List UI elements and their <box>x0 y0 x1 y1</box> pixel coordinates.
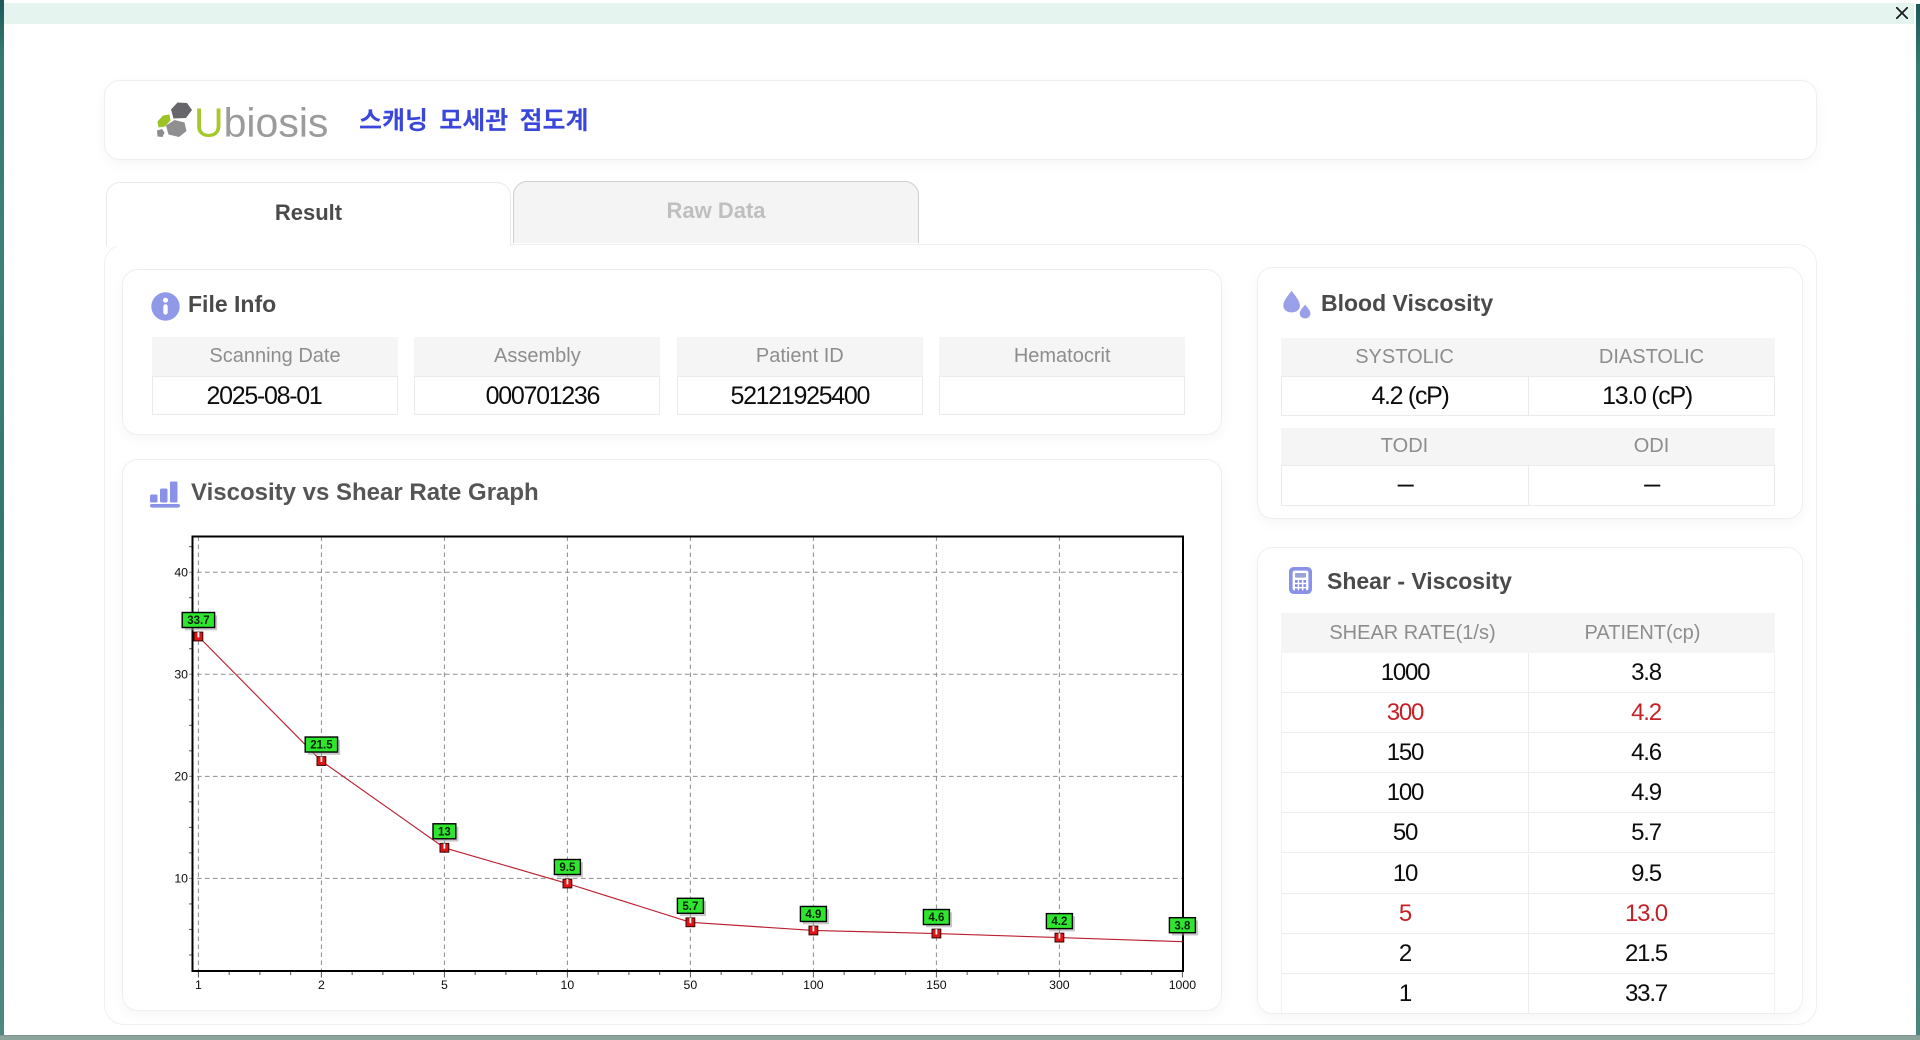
svg-text:100: 100 <box>803 978 824 992</box>
svg-text:50: 50 <box>684 978 698 992</box>
svg-text:33.7: 33.7 <box>187 615 209 627</box>
svg-text:21.5: 21.5 <box>310 740 333 752</box>
svg-text:13: 13 <box>438 826 451 838</box>
svg-text:3.8: 3.8 <box>1174 920 1191 932</box>
svg-text:9.5: 9.5 <box>559 862 576 874</box>
svg-text:5.7: 5.7 <box>682 901 698 913</box>
svg-text:4.9: 4.9 <box>805 909 821 921</box>
svg-text:150: 150 <box>926 978 947 992</box>
svg-text:2: 2 <box>318 978 325 992</box>
svg-text:10: 10 <box>174 872 188 886</box>
svg-text:10: 10 <box>561 978 575 992</box>
svg-text:30: 30 <box>174 668 188 682</box>
svg-text:4.2: 4.2 <box>1051 916 1067 928</box>
svg-text:300: 300 <box>1049 978 1070 992</box>
svg-text:Ubiosis: Ubiosis <box>194 100 328 145</box>
svg-text:4.6: 4.6 <box>928 912 944 924</box>
svg-text:40: 40 <box>174 566 188 580</box>
svg-text:1000: 1000 <box>1169 978 1197 992</box>
svg-text:5: 5 <box>441 978 448 992</box>
svg-text:20: 20 <box>174 770 188 784</box>
svg-text:1: 1 <box>195 978 202 992</box>
